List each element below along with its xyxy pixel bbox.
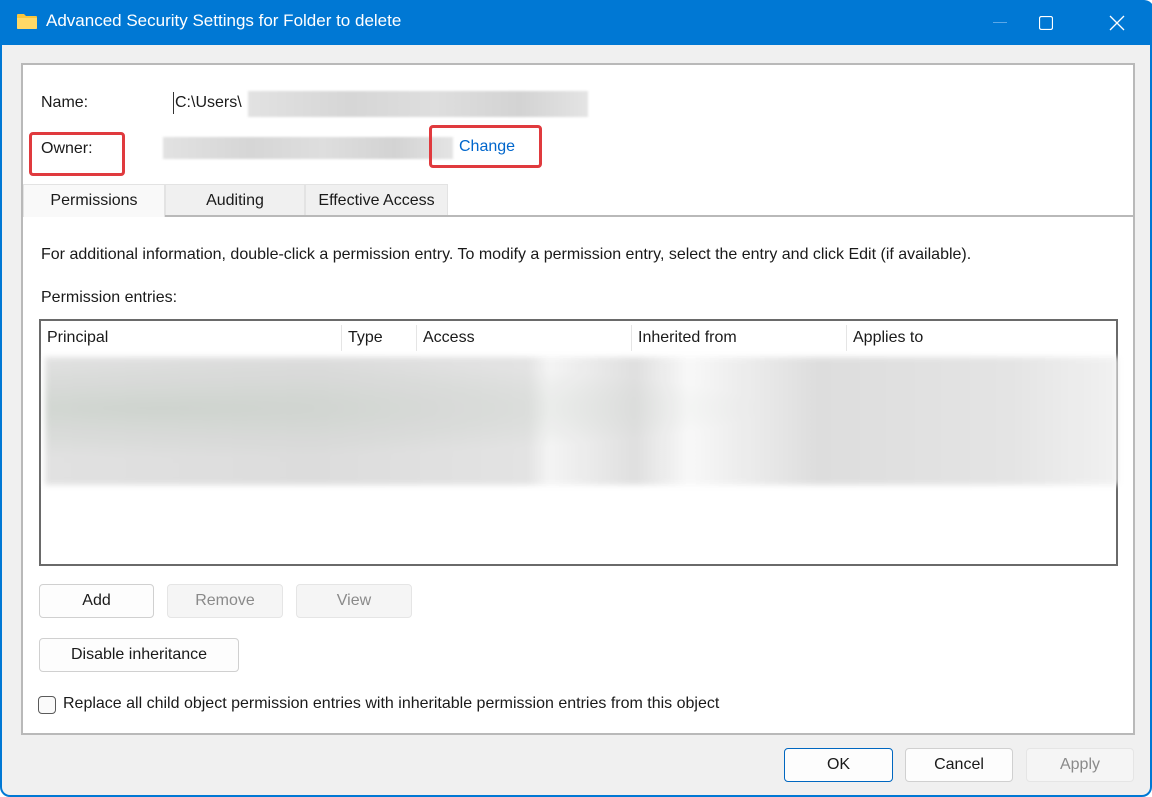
tab-auditing[interactable]: Auditing [165, 184, 305, 216]
cancel-button[interactable]: Cancel [905, 748, 1013, 782]
owner-highlight-box [29, 132, 125, 176]
close-icon [1109, 15, 1125, 30]
permission-entries-label: Permission entries: [41, 289, 178, 306]
tab-divider [165, 215, 1133, 217]
name-redacted [248, 91, 588, 117]
add-button[interactable]: Add [39, 584, 154, 618]
replace-child-permissions-checkbox[interactable] [38, 696, 56, 714]
name-label: Name: [41, 94, 89, 111]
remove-button[interactable]: Remove [167, 584, 283, 618]
maximize-icon [1039, 15, 1053, 30]
tab-effective-access[interactable]: Effective Access [305, 184, 448, 216]
tab-strip: Permissions Auditing Effective Access [23, 184, 1133, 217]
window-title: Advanced Security Settings for Folder to… [46, 11, 402, 30]
owner-redacted [163, 137, 453, 159]
tab-permissions[interactable]: Permissions [23, 184, 165, 217]
advanced-security-dialog: Advanced Security Settings for Folder to… [0, 0, 1152, 797]
minimize-button[interactable] [977, 0, 1023, 45]
permission-entries-table[interactable]: Principal Type Access Inherited from App… [39, 319, 1118, 566]
column-header-inherited-from[interactable]: Inherited from [632, 321, 846, 355]
close-button[interactable] [1094, 0, 1140, 45]
replace-child-permissions-label[interactable]: Replace all child object permission entr… [63, 695, 719, 713]
table-rows-redacted[interactable] [45, 357, 1118, 485]
settings-panel: Name: C:\Users\ Owner: Change Permission… [21, 63, 1135, 735]
view-button[interactable]: View [296, 584, 412, 618]
column-header-principal[interactable]: Principal [41, 321, 341, 355]
apply-button[interactable]: Apply [1026, 748, 1134, 782]
column-header-type[interactable]: Type [342, 321, 416, 355]
title-bar[interactable]: Advanced Security Settings for Folder to… [2, 0, 1152, 45]
ok-button[interactable]: OK [784, 748, 893, 782]
info-text: For additional information, double-click… [41, 246, 972, 263]
minimize-icon [993, 21, 1007, 23]
maximize-button[interactable] [1023, 0, 1069, 45]
column-header-applies-to[interactable]: Applies to [847, 321, 1117, 355]
folder-icon [17, 14, 37, 29]
name-value[interactable]: C:\Users\ [173, 92, 242, 114]
change-highlight-box [429, 125, 542, 168]
column-header-access[interactable]: Access [417, 321, 631, 355]
disable-inheritance-button[interactable]: Disable inheritance [39, 638, 239, 672]
